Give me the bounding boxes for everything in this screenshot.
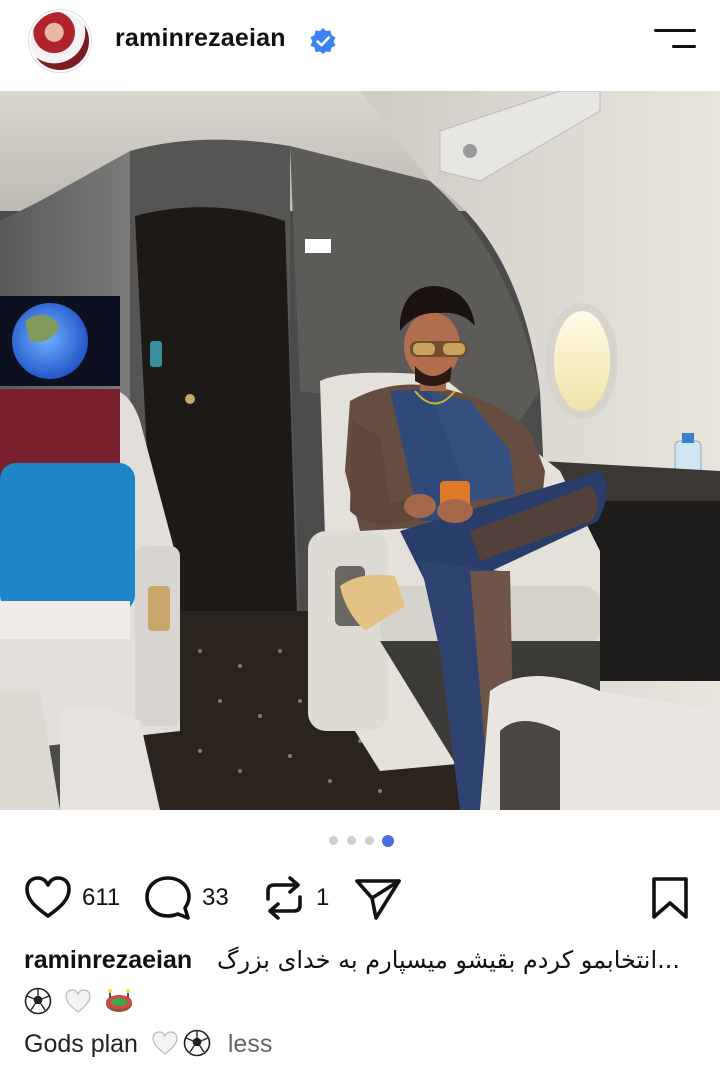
heart-icon <box>25 876 71 918</box>
carousel-dot-active[interactable] <box>382 835 394 847</box>
comment-count: 33 <box>202 884 229 911</box>
white-heart-icon <box>65 989 91 1013</box>
caption-text-english: Gods plan <box>24 1030 138 1058</box>
bookmark-icon <box>652 877 688 919</box>
jet-cabin-photo <box>0 91 720 810</box>
soccer-ball-icon <box>24 987 52 1015</box>
soccer-ball-icon <box>183 1029 211 1057</box>
post-header: raminrezaeian <box>0 0 720 88</box>
carousel-dot[interactable] <box>365 836 374 845</box>
comment-button[interactable]: 33 <box>144 868 229 928</box>
carousel-indicator <box>0 835 720 848</box>
carousel-dot[interactable] <box>329 836 338 845</box>
stadium-icon <box>105 989 132 1012</box>
repost-button[interactable]: 1 <box>262 868 329 928</box>
caption-emoji-line: ⚽🤍🏟 <box>24 982 696 1022</box>
header-username[interactable]: raminrezaeian <box>115 24 286 53</box>
less-link[interactable]: less <box>228 1030 272 1058</box>
comment-bubble-icon <box>145 876 191 920</box>
caption-username[interactable]: raminrezaeian <box>24 946 192 975</box>
caption-text-persian: ...انتخابمو کردم بقیشو میسپارم به خدای ب… <box>216 946 680 974</box>
white-heart-icon <box>152 1031 178 1055</box>
avatar[interactable] <box>29 10 91 72</box>
like-button[interactable]: 611 <box>24 868 120 928</box>
post-actions: 611 33 1 <box>0 868 720 928</box>
hamburger-menu-icon[interactable] <box>654 26 696 54</box>
repost-count: 1 <box>316 884 330 911</box>
post-image[interactable] <box>0 91 720 810</box>
share-button[interactable] <box>354 868 402 928</box>
verified-badge-icon <box>310 28 336 54</box>
repost-icon <box>266 876 302 920</box>
carousel-dot[interactable] <box>347 836 356 845</box>
like-count: 611 <box>82 884 121 911</box>
save-button[interactable] <box>650 868 690 928</box>
caption-line-english: Gods plan 🤍⚽ less <box>24 1022 696 1065</box>
post-caption: raminrezaeian ...انتخابمو کردم بقیشو میس… <box>24 940 696 1065</box>
send-icon <box>355 879 401 920</box>
